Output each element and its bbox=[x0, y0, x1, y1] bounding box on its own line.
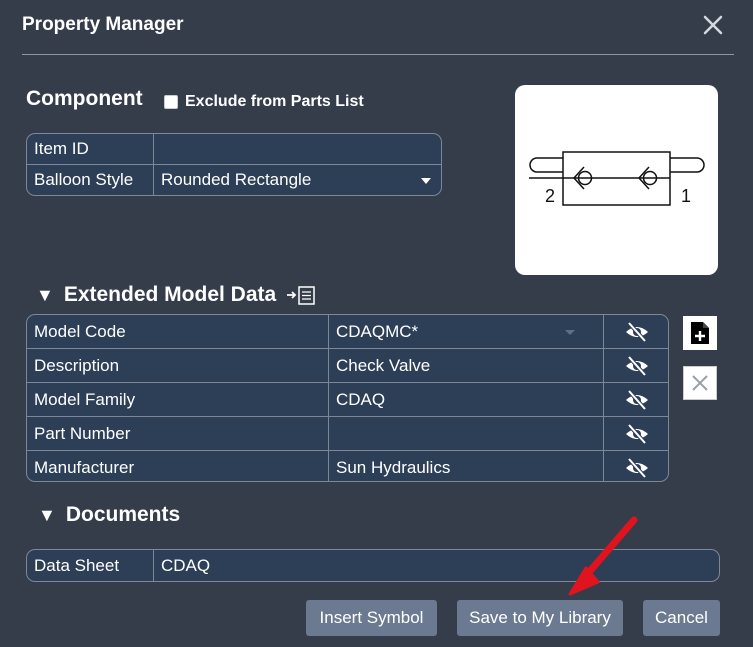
data-sheet-label: Data Sheet bbox=[34, 555, 120, 575]
visibility-toggle[interactable] bbox=[603, 383, 668, 416]
extended-model-data-heading[interactable]: ▼ Extended Model Data bbox=[36, 283, 318, 307]
add-document-icon bbox=[691, 322, 709, 344]
model-family-label: Model Family bbox=[34, 389, 136, 409]
annotation-arrow-icon bbox=[568, 516, 638, 596]
add-field-button[interactable] bbox=[683, 316, 717, 350]
eye-slash-icon bbox=[625, 321, 648, 342]
documents-heading-label: Documents bbox=[65, 503, 181, 526]
balloon-style-select[interactable]: Rounded Rectangle bbox=[153, 165, 441, 195]
table-row: Model Family CDAQ bbox=[27, 383, 668, 417]
port-left-label: 2 bbox=[545, 186, 555, 206]
collapse-triangle-icon: ▼ bbox=[36, 284, 54, 305]
dialog-title: Property Manager bbox=[22, 14, 184, 35]
cancel-button[interactable]: Cancel bbox=[643, 600, 720, 636]
manufacturer-label: Manufacturer bbox=[34, 457, 135, 477]
exclude-checkbox[interactable] bbox=[164, 95, 178, 109]
close-button[interactable] bbox=[698, 10, 728, 40]
title-bar: Property Manager bbox=[22, 14, 734, 55]
symbol-preview: 2 1 bbox=[515, 85, 718, 275]
item-id-field[interactable] bbox=[153, 134, 441, 164]
description-field[interactable]: Check Valve bbox=[328, 349, 603, 382]
table-row: Manufacturer Sun Hydraulics bbox=[27, 451, 668, 481]
property-manager-dialog: Property Manager Component Exclude from … bbox=[0, 0, 753, 647]
part-number-field[interactable] bbox=[328, 417, 603, 450]
exclude-label: Exclude from Parts List bbox=[185, 93, 364, 110]
collapse-triangle-icon: ▼ bbox=[38, 504, 56, 525]
model-code-label: Model Code bbox=[34, 321, 126, 341]
insert-symbol-button[interactable]: Insert Symbol bbox=[306, 600, 437, 636]
save-to-library-button[interactable]: Save to My Library bbox=[457, 600, 623, 636]
model-code-value: CDAQMC* bbox=[336, 321, 419, 341]
close-icon bbox=[703, 15, 723, 35]
eye-slash-icon bbox=[625, 457, 648, 478]
extended-model-table: Model Code CDAQMC* Description Check Val… bbox=[26, 314, 669, 482]
close-icon bbox=[692, 375, 708, 391]
extended-heading-label: Extended Model Data bbox=[63, 283, 277, 306]
balloon-style-label: Balloon Style bbox=[34, 170, 134, 189]
component-heading: Component bbox=[26, 87, 143, 110]
item-id-label: Item ID bbox=[34, 139, 89, 158]
visibility-toggle[interactable] bbox=[603, 315, 668, 348]
chevron-down-icon bbox=[421, 178, 431, 184]
port-right-label: 1 bbox=[681, 186, 691, 206]
exclude-from-parts-list[interactable]: Exclude from Parts List bbox=[164, 92, 364, 112]
model-family-field[interactable]: CDAQ bbox=[328, 383, 603, 416]
visibility-toggle[interactable] bbox=[603, 349, 668, 382]
model-code-select[interactable]: CDAQMC* bbox=[328, 315, 603, 348]
eye-slash-icon bbox=[625, 355, 648, 376]
check-valve-symbol-icon: 2 1 bbox=[529, 151, 705, 206]
component-table: Item ID Balloon Style Rounded Rectangle bbox=[26, 133, 442, 196]
table-row: Item ID bbox=[27, 134, 441, 165]
remove-field-button[interactable] bbox=[683, 366, 717, 400]
table-row: Part Number bbox=[27, 417, 668, 451]
visibility-toggle[interactable] bbox=[603, 417, 668, 450]
table-row: Description Check Valve bbox=[27, 349, 668, 383]
documents-heading[interactable]: ▼ Documents bbox=[38, 503, 180, 527]
eye-slash-icon bbox=[625, 389, 648, 410]
eye-slash-icon bbox=[625, 423, 648, 444]
balloon-style-value: Rounded Rectangle bbox=[161, 170, 312, 189]
part-number-label: Part Number bbox=[34, 423, 131, 443]
visibility-toggle[interactable] bbox=[603, 451, 668, 481]
description-label: Description bbox=[34, 355, 120, 375]
table-row: Model Code CDAQMC* bbox=[27, 315, 668, 349]
export-list-icon[interactable] bbox=[286, 285, 318, 305]
chevron-down-icon bbox=[565, 330, 575, 335]
table-row: Balloon Style Rounded Rectangle bbox=[27, 165, 441, 195]
manufacturer-field[interactable]: Sun Hydraulics bbox=[328, 451, 603, 481]
